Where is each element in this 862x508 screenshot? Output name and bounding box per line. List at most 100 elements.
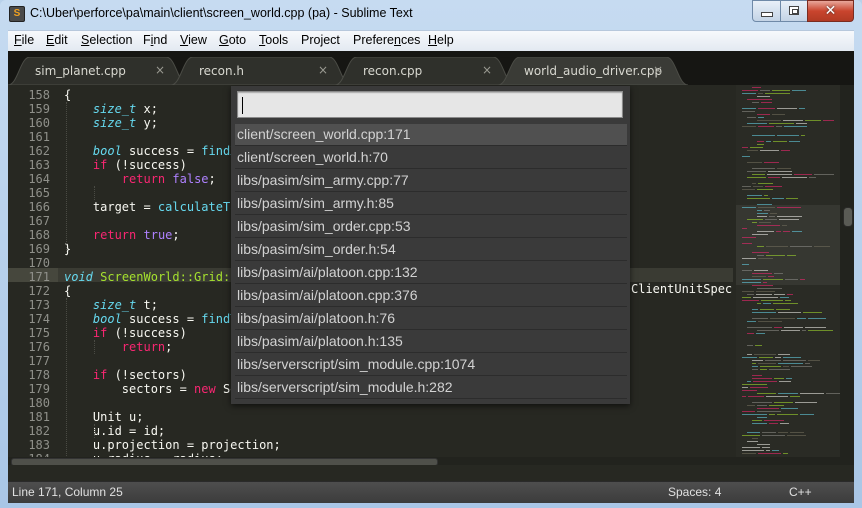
- minimap-line: [766, 450, 770, 451]
- line-code: {: [64, 284, 71, 298]
- minimap-line: [747, 171, 766, 172]
- maximize-icon: [789, 6, 799, 15]
- line-number: 182: [28, 424, 50, 438]
- horizontal-scrollbar[interactable]: [8, 457, 854, 465]
- tab-label: recon.cpp: [363, 64, 423, 78]
- palette-result-item[interactable]: libs/serverscript/sim_module.h:282: [235, 377, 627, 399]
- minimap-line: [774, 402, 793, 403]
- indent-guide: [94, 186, 95, 200]
- menu-file[interactable]: File: [14, 33, 34, 47]
- minimap-line: [786, 198, 798, 199]
- minimap-line: [764, 420, 784, 421]
- minimap-line: [747, 294, 754, 295]
- minimap-line: [792, 231, 802, 232]
- palette-result-item[interactable]: libs/pasim/ai/platoon.h:76: [235, 308, 627, 330]
- title-bar[interactable]: S C:\Uber\perforce\pa\main\client\screen…: [0, 0, 862, 30]
- tab-recon-cpp[interactable]: recon.cpp ×: [335, 57, 515, 85]
- minimap-line: [774, 294, 785, 295]
- tab-recon-h[interactable]: recon.h ×: [171, 57, 351, 85]
- menu-view[interactable]: View: [180, 33, 207, 47]
- tab-close-icon[interactable]: ×: [155, 63, 165, 77]
- minimap-line: [742, 90, 758, 91]
- code-line: 182 u.id = id;: [8, 424, 708, 438]
- minimap-line: [742, 291, 754, 292]
- line-code: if (!sectors): [64, 368, 187, 382]
- minimap-line: [769, 414, 775, 415]
- minimap-line: [747, 381, 751, 382]
- vertical-scroll-thumb[interactable]: [843, 207, 853, 227]
- minimize-button[interactable]: [752, 0, 781, 22]
- code-editor[interactable]: 158 {159 size_t x; 160 size_t y; 161 162 boo…: [8, 85, 854, 465]
- menu-accelerator: n: [394, 33, 401, 47]
- minimap-line: [778, 393, 798, 394]
- syntax-mode[interactable]: C++: [789, 485, 812, 499]
- minimap-line: [797, 318, 806, 319]
- maximize-button[interactable]: [780, 0, 808, 22]
- minimap-line: [772, 450, 779, 451]
- code-token: bool: [92, 312, 122, 326]
- menu-goto[interactable]: Goto: [219, 33, 246, 47]
- code-token: if: [92, 158, 108, 172]
- minimap-line: [801, 135, 805, 136]
- minimap-line: [752, 369, 758, 370]
- code-token: (!sectors): [107, 368, 187, 382]
- menu-edit[interactable]: Edit: [46, 33, 68, 47]
- menu-find[interactable]: Find: [143, 33, 167, 47]
- menu-project[interactable]: Project: [301, 33, 340, 47]
- indentation-setting[interactable]: Spaces: 4: [668, 485, 721, 499]
- minimap-line: [758, 321, 782, 322]
- minimap-line: [752, 285, 773, 286]
- tab-close-icon[interactable]: ×: [318, 63, 328, 77]
- code-token: if: [92, 326, 108, 340]
- palette-result-item[interactable]: libs/pasim/ai/platoon.cpp:376: [235, 285, 627, 307]
- tab-close-icon[interactable]: ×: [653, 63, 663, 77]
- minimap-line: [783, 357, 801, 358]
- vertical-scrollbar[interactable]: [840, 85, 854, 465]
- palette-result-item[interactable]: libs/pasim/ai/platoon.h:135: [235, 331, 627, 353]
- line-number: 174: [28, 312, 50, 326]
- palette-result-item[interactable]: client/screen_world.cpp:171: [235, 124, 627, 146]
- palette-result-item[interactable]: libs/pasim/ai/platoon.cpp:132: [235, 262, 627, 284]
- palette-result-item[interactable]: client/screen_world.h:70: [235, 147, 627, 169]
- minimap-line: [808, 318, 826, 319]
- tab-world-audio-driver-cpp[interactable]: world_audio_driver.cpp ×: [498, 57, 688, 85]
- minimap[interactable]: [736, 85, 840, 465]
- minimap-line: [759, 357, 773, 358]
- minimap-line: [792, 90, 806, 91]
- line-code: u.id = id;: [64, 424, 165, 438]
- minimap-line: [742, 156, 750, 157]
- minimap-line: [803, 312, 822, 313]
- tab-sim-planet-cpp[interactable]: sim_planet.cpp ×: [8, 57, 188, 85]
- palette-search-input[interactable]: [237, 91, 623, 118]
- palette-result-item[interactable]: libs/pasim/sim_army.cpp:77: [235, 170, 627, 192]
- palette-result-item[interactable]: libs/pasim/sim_order.h:54: [235, 239, 627, 261]
- minimap-line: [763, 279, 783, 280]
- minimap-line: [753, 297, 778, 298]
- minimap-line: [800, 279, 805, 280]
- line-number: 161: [28, 130, 50, 144]
- minimap-line: [778, 432, 788, 433]
- palette-result-item[interactable]: libs/pasim/sim_order.cpp:53: [235, 216, 627, 238]
- palette-result-item[interactable]: libs/pasim/sim_army.h:85: [235, 193, 627, 215]
- minimap-line: [789, 141, 800, 142]
- line-number: 183: [28, 438, 50, 452]
- minimap-line: [763, 282, 767, 283]
- menu-preferences[interactable]: Preferences: [353, 33, 420, 47]
- line-number: 175: [28, 326, 50, 340]
- minimap-line: [783, 231, 790, 232]
- minimap-line: [757, 96, 770, 97]
- line-code: sectors = new Se: [64, 382, 238, 396]
- horizontal-scroll-thumb[interactable]: [11, 458, 438, 465]
- menu-selection[interactable]: Selection: [81, 33, 132, 47]
- minimap-line: [765, 360, 781, 361]
- tab-close-icon[interactable]: ×: [482, 63, 492, 77]
- close-button[interactable]: ✕: [807, 0, 854, 22]
- menu-help[interactable]: Help: [428, 33, 454, 47]
- code-token: size_t: [92, 116, 137, 130]
- minimap-line: [760, 150, 779, 151]
- code-token: target =: [64, 200, 158, 214]
- palette-result-item[interactable]: libs/serverscript/sim_module.cpp:1074: [235, 354, 627, 376]
- menu-tools[interactable]: Tools: [259, 33, 288, 47]
